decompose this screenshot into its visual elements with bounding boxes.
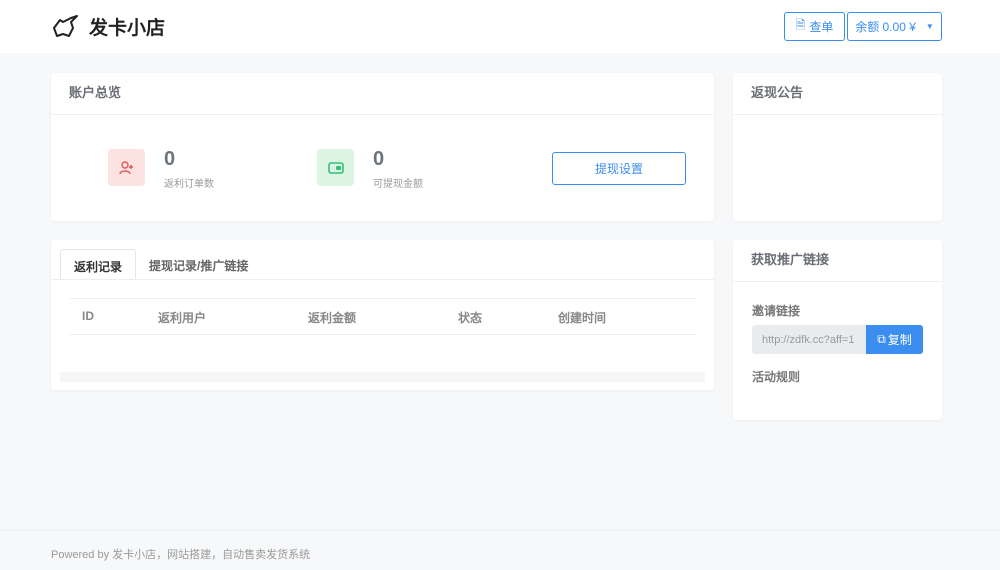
column-user: 返利用户 [158, 311, 207, 325]
order-query-button[interactable]: 🗎 查单 [784, 12, 845, 41]
column-status: 状态 [458, 311, 483, 325]
column-id: ID [82, 309, 94, 323]
invite-label: 邀请链接 [752, 304, 801, 318]
stat-withdrawable: 0 可提现金额 [317, 149, 423, 190]
stat-value: 0 [373, 148, 385, 170]
invite-link-input[interactable] [752, 325, 866, 354]
header: 发卡小店 🗎 查单 余额 0.00 ¥ ▼ [0, 0, 1000, 53]
tab-rebate-records[interactable]: 返利记录 [60, 249, 137, 279]
card-title: 账户总览 [51, 73, 714, 115]
footer: Powered by 发卡小店，网站搭建，自动售卖发货系统 [0, 530, 1000, 570]
tabs: 返利记录 提现记录/推广链接 [51, 240, 714, 280]
records-card: 返利记录 提现记录/推广链接 ID 返利用户 返利金额 状态 创建时间 [51, 240, 714, 390]
order-query-label: 查单 [809, 20, 834, 34]
column-created: 创建时间 [558, 311, 607, 325]
tab-withdraw-records[interactable]: 提现记录/推广链接 [136, 249, 261, 279]
copy-label: 复制 [887, 333, 912, 347]
balance-dropdown[interactable]: 余额 0.00 ¥ ▼ [847, 12, 942, 41]
account-overview-card: 账户总览 0 返利订单数 0 可提现金额 提现设置 [51, 73, 714, 221]
balance-label: 余额 0.00 ¥ [855, 20, 916, 34]
logo[interactable]: 发卡小店 [51, 13, 165, 40]
card-title: 获取推广链接 [733, 240, 942, 282]
stat-value: 0 [164, 148, 176, 170]
wallet-icon [317, 149, 354, 186]
promo-card: 获取推广链接 邀请链接 ⧉复制 活动规则 [733, 240, 942, 420]
card-title: 返现公告 [733, 73, 942, 115]
notice-card: 返现公告 [733, 73, 942, 221]
site-title: 发卡小店 [89, 18, 166, 39]
caret-down-icon: ▼ [925, 22, 934, 31]
copy-button[interactable]: ⧉ 复制 [866, 325, 923, 354]
stat-label: 可提现金额 [373, 179, 423, 190]
unicorn-icon [53, 14, 78, 37]
rules-label: 活动规则 [752, 370, 801, 384]
column-amount: 返利金额 [308, 311, 357, 325]
copy-icon: ⧉ [877, 332, 886, 346]
document-icon: 🗎 [795, 18, 806, 32]
scrollbar[interactable] [60, 372, 705, 382]
stat-label: 返利订单数 [164, 179, 214, 190]
withdraw-settings-button[interactable]: 提现设置 [552, 152, 686, 185]
stat-rebate-orders: 0 返利订单数 [108, 149, 214, 190]
user-plus-icon [108, 149, 145, 186]
